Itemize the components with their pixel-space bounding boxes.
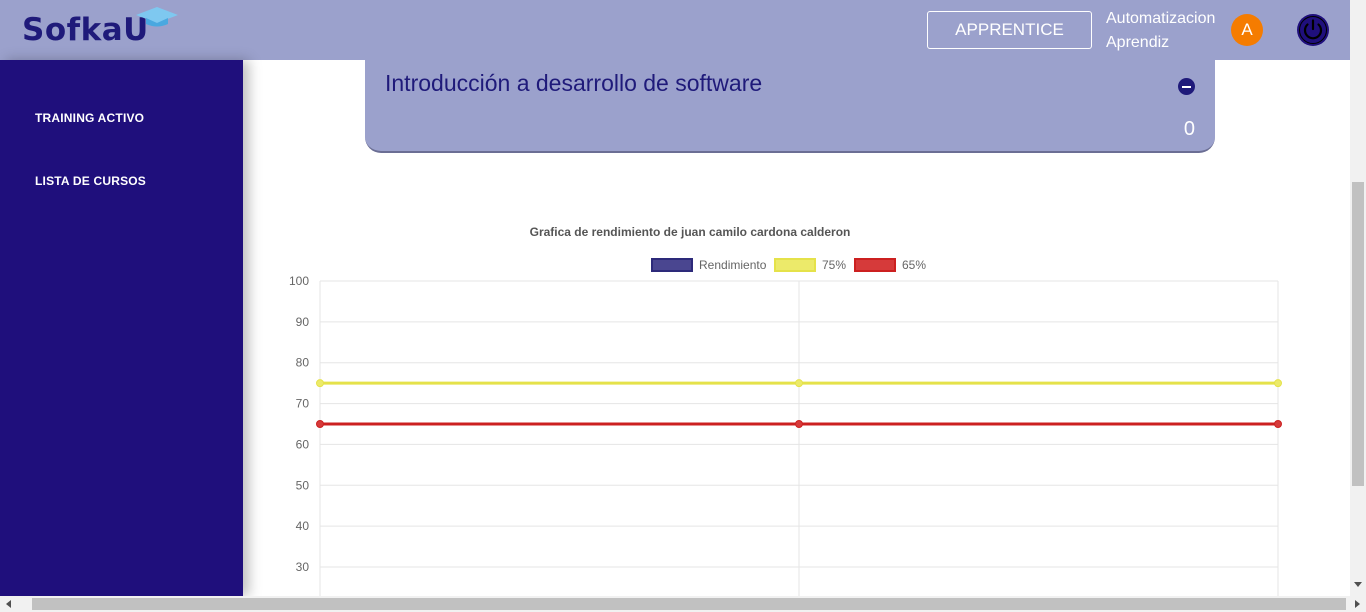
data-point [316,379,324,388]
user-role-label: Aprendiz [1106,34,1170,51]
y-tick-label: 60 [296,437,310,451]
y-tick-label: 50 [296,478,310,492]
legend-label: 65% [902,258,926,272]
chart-legend: Rendimiento 75% 65% [651,258,926,272]
chart-grid [319,280,1279,596]
legend-item: 65% [854,258,926,272]
y-tick-label: 40 [296,519,310,533]
legend-label: Rendimiento [699,258,767,272]
legend-item: Rendimiento [651,258,767,272]
user-name-label: Automatizacion [1106,10,1216,27]
performance-chart: Grafica de rendimiento de juan camilo ca… [289,225,1282,596]
legend-swatch [774,258,816,272]
sidebar-item-training-activo[interactable]: TRAINING ACTIVO [35,111,144,125]
y-tick-label: 80 [296,356,310,370]
logo-text: SofkaU [22,12,149,48]
data-point [795,379,803,388]
course-title: Introducción a desarrollo de software [385,70,763,96]
y-tick-label: 90 [296,315,310,329]
vertical-scrollbar[interactable] [1350,0,1366,596]
data-point [316,420,324,428]
course-count: 0 [1183,118,1195,140]
top-navbar: SofkaU APPRENTICE Automatizacion Aprendi… [0,0,1350,60]
y-tick-label: 100 [289,274,309,288]
scroll-right-arrow-icon[interactable] [1355,600,1360,608]
course-accordion-header[interactable]: Introducción a desarrollo de software 0 [365,60,1215,153]
power-icon[interactable] [1296,13,1330,47]
scroll-left-arrow-icon[interactable] [6,600,11,608]
graduation-cap-icon [136,7,178,27]
data-point [1274,379,1282,388]
avatar[interactable]: A [1231,14,1263,46]
y-tick-label: 30 [296,560,310,574]
user-info: Automatizacion Aprendiz [1106,7,1215,55]
legend-label: 75% [822,258,846,272]
horizontal-scrollbar[interactable] [0,596,1366,612]
data-point [1274,420,1282,428]
minus-circle-icon[interactable] [1178,78,1195,95]
scroll-down-arrow-icon[interactable] [1354,582,1362,587]
apprentice-role-button[interactable]: APPRENTICE [927,11,1092,49]
sidebar-item-lista-de-cursos[interactable]: LISTA DE CURSOS [35,174,146,188]
data-point [795,420,803,428]
y-axis-ticks: 30 40 50 60 70 80 90 100 [289,274,309,574]
legend-item: 75% [774,258,846,272]
vertical-scroll-thumb[interactable] [1352,182,1364,486]
horizontal-scroll-thumb[interactable] [32,598,1346,610]
sidebar: TRAINING ACTIVO LISTA DE CURSOS [0,60,243,596]
y-tick-label: 70 [296,397,310,411]
chart-title: Grafica de rendimiento de juan camilo ca… [530,225,851,239]
legend-swatch [854,258,896,272]
legend-swatch [651,258,693,272]
